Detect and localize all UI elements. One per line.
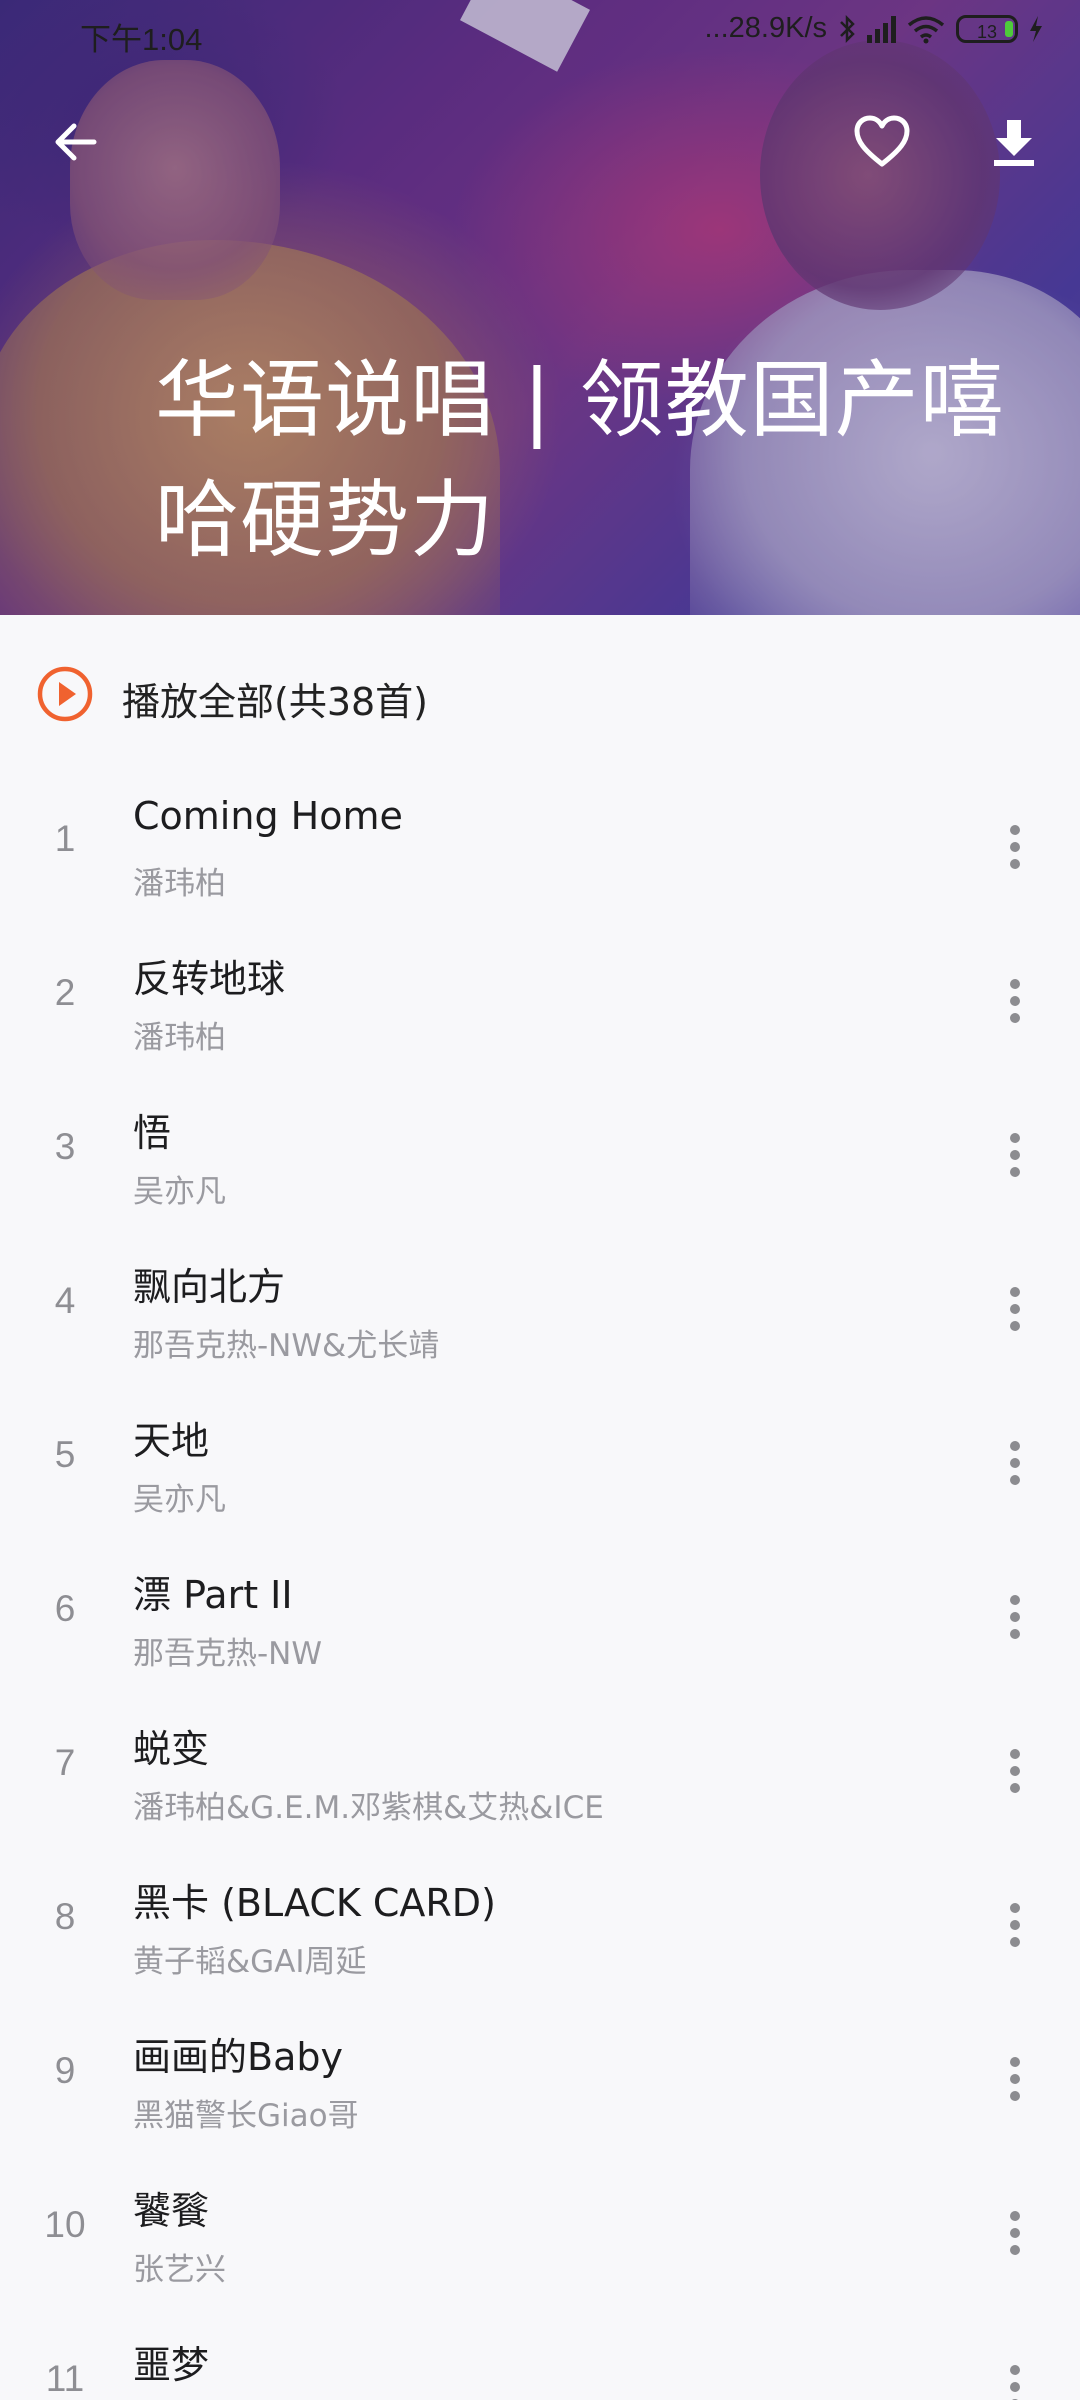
song-artist: 那吾克热-NW [133, 1636, 323, 1672]
status-time: 下午1:04 [80, 22, 203, 57]
song-row[interactable]: 6 漂 Part II 那吾克热-NW [0, 1540, 1080, 1694]
song-row[interactable]: 2 反转地球 潘玮柏 [0, 924, 1080, 1078]
song-index: 11 [45, 2358, 85, 2399]
song-index: 5 [54, 1434, 76, 1475]
playlist-cover-header: 下午1:04 ...28.9K/s 13 华语说唱 | 领教国产嘻哈硬势力 [0, 0, 1080, 615]
song-index: 3 [54, 1126, 76, 1167]
favorite-button[interactable] [842, 102, 922, 182]
song-index: 6 [54, 1588, 76, 1629]
download-button[interactable] [974, 102, 1054, 182]
play-all-label: 播放全部(共38首) [122, 680, 429, 724]
song-row[interactable]: 8 黑卡 (BLACK CARD) 黄子韬&GAI周延 [0, 1848, 1080, 2002]
song-title: 天地 [133, 1419, 210, 1463]
song-index: 4 [54, 1280, 76, 1321]
bluetooth-icon [840, 14, 855, 43]
status-icons: ...28.9K/s 13 [704, 12, 1044, 45]
song-title: 画画的Baby [133, 2035, 343, 2079]
download-icon [994, 120, 1034, 166]
more-options-icon[interactable] [985, 1428, 1045, 1498]
song-artist: 那吾克热-NW&尤长靖 [133, 1328, 440, 1364]
more-options-icon[interactable] [985, 966, 1045, 1036]
song-row[interactable]: 4 飘向北方 那吾克热-NW&尤长靖 [0, 1232, 1080, 1386]
play-all-button[interactable]: 播放全部(共38首) [0, 615, 1080, 775]
play-circle-icon [37, 666, 93, 722]
song-artist: 吴亦凡 [133, 1174, 226, 1210]
song-index: 1 [54, 818, 76, 859]
song-row[interactable]: 5 天地 吴亦凡 [0, 1386, 1080, 1540]
arrow-left-icon [55, 123, 97, 161]
song-row[interactable]: 11 噩梦 [0, 2310, 1080, 2400]
song-title: Coming Home [133, 794, 403, 838]
more-options-icon[interactable] [985, 1582, 1045, 1652]
song-title: 悟 [133, 1111, 172, 1155]
song-index: 10 [44, 2204, 86, 2245]
more-options-icon[interactable] [985, 1274, 1045, 1344]
more-options-icon[interactable] [985, 1120, 1045, 1190]
playlist-title: 华语说唱 | 领教国产嘻哈硬势力 [155, 351, 1005, 569]
network-speed: ...28.9K/s [704, 12, 827, 44]
song-index: 2 [54, 972, 76, 1013]
more-options-icon[interactable] [985, 1890, 1045, 1960]
song-title: 飘向北方 [133, 1265, 286, 1309]
song-artist: 张艺兴 [133, 2252, 226, 2288]
heart-icon [854, 115, 910, 167]
song-title: 饕餮 [133, 2189, 210, 2233]
song-index: 8 [54, 1896, 76, 1937]
song-row[interactable]: 9 画画的Baby 黑猫警长Giao哥 [0, 2002, 1080, 2156]
song-row[interactable]: 3 悟 吴亦凡 [0, 1078, 1080, 1232]
song-artist: 黑猫警长Giao哥 [133, 2098, 359, 2134]
more-options-icon[interactable] [985, 2198, 1045, 2268]
song-artist: 黄子韬&GAI周延 [133, 1944, 367, 1980]
song-row[interactable]: 10 饕餮 张艺兴 [0, 2156, 1080, 2310]
song-artist: 潘玮柏 [133, 866, 226, 902]
song-artist: 吴亦凡 [133, 1482, 226, 1518]
charging-icon [1030, 15, 1042, 42]
song-index: 7 [54, 1742, 76, 1783]
song-row[interactable]: 7 蜕变 潘玮柏&G.E.M.邓紫棋&艾热&ICE [0, 1694, 1080, 1848]
song-index: 9 [54, 2050, 76, 2091]
playlist-screen: 下午1:04 ...28.9K/s 13 华语说唱 | 领教国产嘻哈硬势力 播放… [0, 0, 1080, 2400]
status-bar: 下午1:04 ...28.9K/s 13 [0, 0, 1080, 66]
song-title: 反转地球 [133, 957, 286, 1001]
wifi-icon [907, 15, 945, 43]
song-title: 黑卡 (BLACK CARD) [133, 1881, 496, 1925]
more-options-icon[interactable] [985, 2352, 1045, 2400]
more-options-icon[interactable] [985, 812, 1045, 882]
more-options-icon[interactable] [985, 2044, 1045, 2114]
cell-signal-icon [867, 15, 896, 43]
back-button[interactable] [36, 102, 116, 182]
song-row[interactable]: 1 Coming Home 潘玮柏 [0, 770, 1080, 924]
song-title: 蜕变 [133, 1727, 210, 1771]
song-artist: 潘玮柏 [133, 1020, 226, 1056]
song-artist: 潘玮柏&G.E.M.邓紫棋&艾热&ICE [133, 1790, 604, 1826]
battery-icon: 13 [956, 14, 1018, 43]
song-title: 漂 Part II [133, 1573, 293, 1617]
song-list: 1 Coming Home 潘玮柏 2 反转地球 潘玮柏 3 悟 吴亦凡 4 飘… [0, 770, 1080, 2400]
song-title: 噩梦 [133, 2343, 210, 2387]
more-options-icon[interactable] [985, 1736, 1045, 1806]
battery-level: 13 [976, 21, 998, 42]
